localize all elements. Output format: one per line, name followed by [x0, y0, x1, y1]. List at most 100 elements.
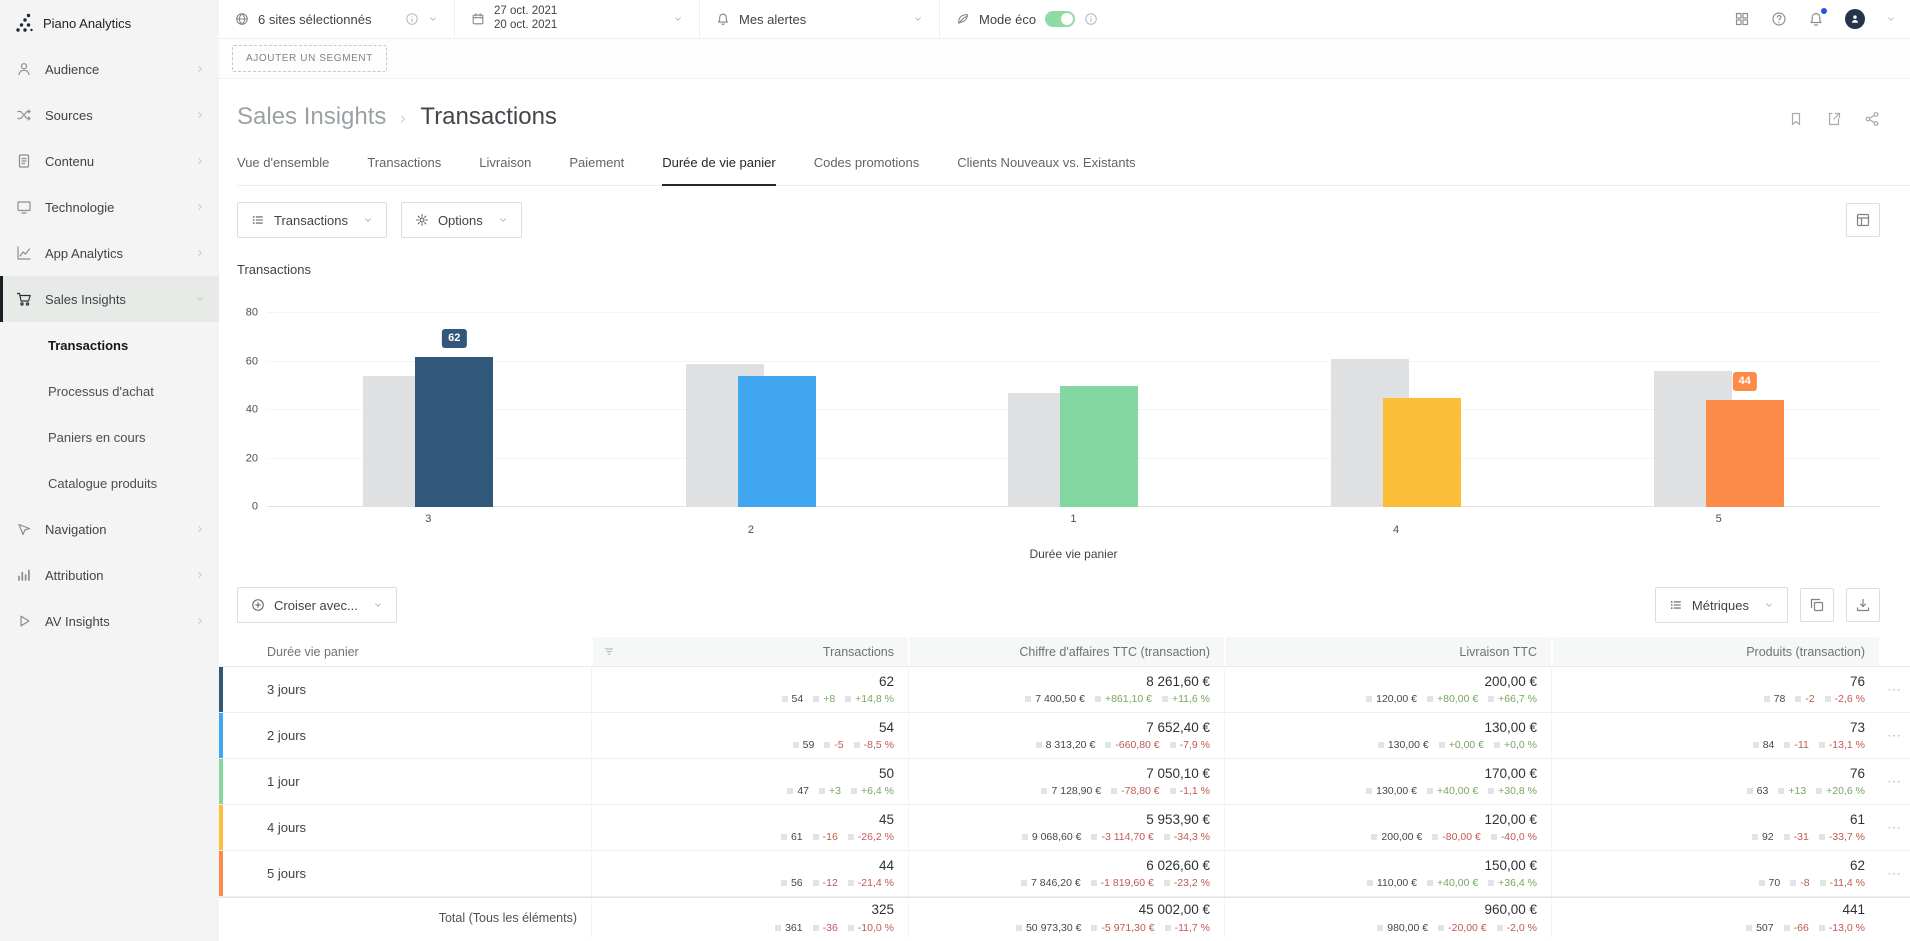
- cell-comparison: 8 313,20 €-660,80 €-7,9 %: [1036, 740, 1210, 751]
- row-menu-button[interactable]: ⋯: [1879, 713, 1910, 758]
- chevron-right-icon: [195, 156, 205, 166]
- bullet-icon: [781, 834, 787, 840]
- comparison-value: -11: [1794, 740, 1808, 751]
- cross-with-dropdown[interactable]: Croiser avec...: [237, 587, 397, 623]
- sidebar-item-av-insights[interactable]: AV Insights: [0, 598, 219, 644]
- info-icon[interactable]: [1084, 12, 1098, 26]
- eco-mode-toggle[interactable]: [1045, 11, 1075, 27]
- table-row[interactable]: 3 jours6254+8+14,8 %8 261,60 €7 400,50 €…: [219, 667, 1910, 713]
- bar-current-period[interactable]: [1706, 400, 1784, 507]
- bullet-icon: [1752, 834, 1758, 840]
- bullet-icon: [813, 696, 819, 702]
- breadcrumb-parent[interactable]: Sales Insights: [237, 103, 386, 131]
- sidebar-item-audience[interactable]: Audience: [0, 46, 219, 92]
- column-header-chiffre-affaires[interactable]: Chiffre d'affaires TTC (transaction): [908, 637, 1224, 666]
- column-header-duree-vie-panier[interactable]: Durée vie panier: [223, 637, 591, 666]
- comparison-value: -5 971,30 €: [1101, 923, 1154, 934]
- cell-comparison: 56-12-21,4 %: [781, 878, 894, 889]
- bullet-icon: [824, 742, 830, 748]
- table-row[interactable]: 4 jours4561-16-26,2 %5 953,90 €9 068,60 …: [219, 805, 1910, 851]
- bar-current-period[interactable]: [1383, 398, 1461, 507]
- tab-codes-promotions[interactable]: Codes promotions: [814, 155, 920, 185]
- cell-value: 150,00 €: [1484, 859, 1537, 873]
- bullet-icon: [1819, 834, 1825, 840]
- site-selector[interactable]: 6 sites sélectionnés: [219, 0, 455, 38]
- row-menu-button[interactable]: ⋯: [1879, 851, 1910, 896]
- y-axis-tick: 60: [246, 356, 258, 367]
- sidebar-item-label: Contenu: [45, 154, 195, 169]
- info-icon[interactable]: [405, 12, 419, 26]
- row-menu-button[interactable]: ⋯: [1879, 805, 1910, 850]
- table-row[interactable]: 1 jour5047+3+6,4 %7 050,10 €7 128,90 €-7…: [219, 759, 1910, 805]
- bullet-icon: [813, 925, 819, 931]
- tab-clients-nouveaux-vs-existants[interactable]: Clients Nouveaux vs. Existants: [957, 155, 1135, 185]
- topbar-actions: [1734, 0, 1910, 38]
- comparison-value: -13,1 %: [1829, 740, 1865, 751]
- tab-vue-d-ensemble[interactable]: Vue d'ensemble: [237, 155, 329, 185]
- export-report-button[interactable]: [1826, 111, 1842, 127]
- bullet-icon: [1764, 696, 1770, 702]
- download-table-button[interactable]: [1846, 588, 1880, 622]
- user-icon: [1849, 13, 1861, 25]
- sidebar-item-technologie[interactable]: Technologie: [0, 184, 219, 230]
- app-logo[interactable]: Piano Analytics: [0, 0, 219, 46]
- tab-transactions[interactable]: Transactions: [367, 155, 441, 185]
- column-header-livraison[interactable]: Livraison TTC: [1224, 637, 1551, 666]
- share-button[interactable]: [1864, 111, 1880, 127]
- apps-grid-button[interactable]: [1734, 11, 1750, 27]
- filter-icon[interactable]: [603, 645, 617, 659]
- copy-table-button[interactable]: [1800, 588, 1834, 622]
- comparison-value: -1 819,60 €: [1101, 878, 1154, 889]
- metrics-dropdown[interactable]: Métriques: [1655, 587, 1788, 623]
- tab-paiement[interactable]: Paiement: [569, 155, 624, 185]
- cell-value: 62: [1850, 859, 1865, 873]
- sidebar-item-contenu[interactable]: Contenu: [0, 138, 219, 184]
- bar-current-period[interactable]: [1060, 386, 1138, 507]
- tab-livraison[interactable]: Livraison: [479, 155, 531, 185]
- sidebar-item-sales-insights[interactable]: Sales Insights: [0, 276, 219, 322]
- comparison-value: 56: [791, 878, 803, 889]
- bullet-icon: [1427, 788, 1433, 794]
- chevron-down-icon: [1764, 600, 1774, 610]
- row-menu-button[interactable]: ⋯: [1879, 667, 1910, 712]
- chevron-down-icon: [498, 215, 508, 225]
- technology-icon: [16, 199, 32, 215]
- sidebar-item-label: Navigation: [45, 522, 195, 537]
- chevron-down-icon: [913, 14, 923, 24]
- metric-dropdown[interactable]: Transactions: [237, 202, 387, 238]
- add-segment-button[interactable]: AJOUTER UN SEGMENT: [232, 45, 387, 72]
- sidebar-item-transactions[interactable]: Transactions: [0, 322, 219, 368]
- options-dropdown[interactable]: Options: [401, 202, 522, 238]
- chart-bar-group: [1235, 313, 1558, 507]
- alerts-selector[interactable]: Mes alertes: [700, 0, 940, 38]
- metric-cell: 4456-12-21,4 %: [591, 851, 908, 896]
- cell-comparison: 63+13+20,6 %: [1747, 786, 1865, 797]
- sidebar-item-navigation[interactable]: Navigation: [0, 506, 219, 552]
- sidebar-item-processus-d-achat[interactable]: Processus d'achat: [0, 368, 219, 414]
- sidebar-item-catalogue-produits[interactable]: Catalogue produits: [0, 460, 219, 506]
- sidebar-item-paniers-en-cours[interactable]: Paniers en cours: [0, 414, 219, 460]
- chart-display-settings-button[interactable]: [1846, 203, 1880, 237]
- row-menu-button[interactable]: ⋯: [1879, 759, 1910, 804]
- comparison-value: +6,4 %: [861, 786, 894, 797]
- tab-duree-de-vie-panier[interactable]: Durée de vie panier: [662, 155, 775, 185]
- bar-current-period[interactable]: [415, 357, 493, 507]
- sidebar-item-sources[interactable]: Sources: [0, 92, 219, 138]
- column-header-produits[interactable]: Produits (transaction): [1551, 637, 1879, 666]
- chevron-down-icon[interactable]: [1886, 14, 1896, 24]
- table-row[interactable]: 2 jours5459-5-8,5 %7 652,40 €8 313,20 €-…: [219, 713, 1910, 759]
- bullet-icon: [848, 834, 854, 840]
- notifications-button[interactable]: [1808, 11, 1824, 27]
- cell-value: 7 050,10 €: [1146, 767, 1210, 781]
- sidebar-item-app-analytics[interactable]: App Analytics: [0, 230, 219, 276]
- help-button[interactable]: [1771, 11, 1787, 27]
- page-content: Sales Insights Transactions Vue d'ensemb…: [219, 79, 1910, 941]
- date-range-picker[interactable]: 27 oct. 2021 20 oct. 2021: [455, 0, 700, 38]
- cell-comparison: 70-8-11,4 %: [1759, 878, 1865, 889]
- avatar[interactable]: [1845, 9, 1865, 29]
- bookmark-button[interactable]: [1788, 111, 1804, 127]
- column-header-transactions[interactable]: Transactions: [591, 637, 908, 666]
- bar-current-period[interactable]: [738, 376, 816, 507]
- table-row[interactable]: 5 jours4456-12-21,4 %6 026,60 €7 846,20 …: [219, 851, 1910, 897]
- sidebar-item-attribution[interactable]: Attribution: [0, 552, 219, 598]
